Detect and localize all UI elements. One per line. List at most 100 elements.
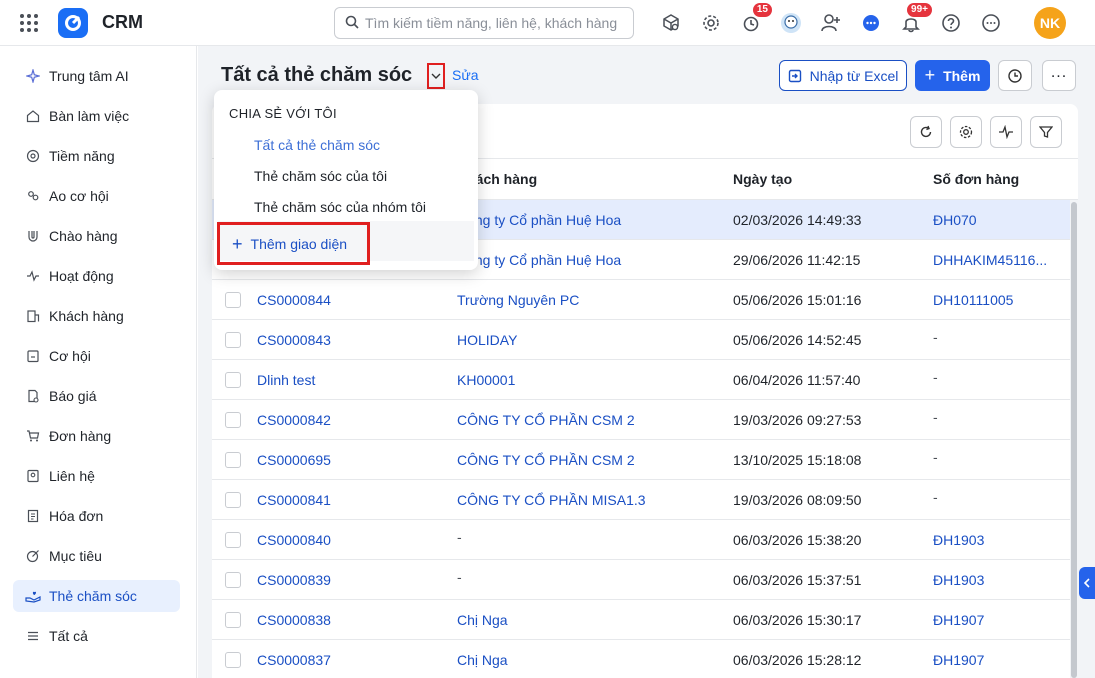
history-button[interactable]: [998, 60, 1032, 91]
cell-customer[interactable]: Trường Nguyên PC: [457, 280, 717, 320]
cell-customer[interactable]: Chị Nga: [457, 640, 717, 678]
table-scrollbar[interactable]: [1070, 200, 1078, 678]
cell-customer[interactable]: CÔNG TY CỔ PHẦN CSM 2: [457, 400, 717, 440]
cell-order-number[interactable]: ĐH1907: [933, 600, 1058, 640]
sidebar-item-4[interactable]: Chào hàng: [13, 220, 180, 252]
row-checkbox[interactable]: [225, 612, 241, 628]
sidebar-item-6[interactable]: Khách hàng: [13, 300, 180, 332]
table-row[interactable]: CS0000695 CÔNG TY CỔ PHẦN CSM 2 13/10/2025…: [212, 440, 1070, 480]
add-button[interactable]: + Thêm: [915, 60, 990, 91]
filter-button[interactable]: [1030, 116, 1062, 148]
row-checkbox[interactable]: [225, 572, 241, 588]
import-excel-button[interactable]: Nhập từ Excel: [779, 60, 907, 91]
quote-doc-icon: [25, 388, 41, 404]
edit-view-link[interactable]: Sửa: [452, 67, 479, 83]
search-input[interactable]: [365, 15, 625, 31]
cell-customer[interactable]: Công ty Cổ phần Huệ Hoa: [457, 200, 717, 240]
sidebar-item-1[interactable]: Bàn làm việc: [13, 100, 180, 132]
column-created-date[interactable]: Ngày tạo: [733, 159, 913, 199]
sidebar-item-2[interactable]: Tiềm năng: [13, 140, 180, 172]
cell-customer[interactable]: CÔNG TY CỔ PHẦN CSM 2: [457, 440, 717, 480]
cell-order-number[interactable]: ĐH070: [933, 200, 1058, 240]
cell-order-number[interactable]: DHHAKIM45116...: [933, 240, 1058, 280]
table-row[interactable]: CS0000838 Chị Nga 06/03/2026 15:30:17 ĐH190…: [212, 600, 1070, 640]
sidebar-item-3[interactable]: Ao cơ hội: [13, 180, 180, 212]
add-user-icon[interactable]: [814, 6, 848, 40]
add-view-button[interactable]: + Thêm giao diện: [217, 222, 370, 265]
sidebar-item-12[interactable]: Mục tiêu: [13, 540, 180, 572]
cell-code[interactable]: CS0000695: [257, 440, 437, 480]
chat-icon[interactable]: [854, 6, 888, 40]
sidebar-item-13[interactable]: Thẻ chăm sóc: [13, 580, 180, 612]
row-checkbox[interactable]: [225, 532, 241, 548]
mascot-icon[interactable]: [774, 6, 808, 40]
cell-order-number[interactable]: DH10111005: [933, 280, 1058, 320]
sidebar-item-14[interactable]: Tất cả: [13, 620, 180, 652]
table-row[interactable]: CS0000844 Trường Nguyên PC 05/06/2026 15:0…: [212, 280, 1070, 320]
sidebar-item-0[interactable]: Trung tâm AI: [13, 60, 180, 92]
view-option-all[interactable]: Tất cả thẻ chăm sóc: [254, 137, 380, 153]
cell-order-number[interactable]: ĐH1903: [933, 520, 1058, 560]
row-checkbox[interactable]: [225, 452, 241, 468]
row-checkbox[interactable]: [225, 332, 241, 348]
sidebar-item-7[interactable]: Cơ hội: [13, 340, 180, 372]
more-actions-button[interactable]: ...: [1042, 60, 1076, 91]
cell-order-number[interactable]: ĐH1907: [933, 640, 1058, 678]
cell-code[interactable]: CS0000841: [257, 480, 437, 520]
cell-customer[interactable]: KH00001: [457, 360, 717, 400]
more-icon[interactable]: [974, 6, 1008, 40]
settings-button[interactable]: [950, 116, 982, 148]
cell-customer[interactable]: Chị Nga: [457, 600, 717, 640]
refresh-button[interactable]: [910, 116, 942, 148]
cell-code[interactable]: CS0000840: [257, 520, 437, 560]
global-search[interactable]: [334, 7, 634, 39]
sidebar-item-5[interactable]: Hoạt động: [13, 260, 180, 292]
view-dropdown-toggle[interactable]: [427, 63, 445, 89]
cell-code[interactable]: CS0000843: [257, 320, 437, 360]
table-row[interactable]: CS0000840 - 06/03/2026 15:38:20 ĐH1903: [212, 520, 1070, 560]
user-avatar[interactable]: NK: [1034, 7, 1066, 39]
cell-customer[interactable]: CÔNG TY CỔ PHẦN MISA1.3: [457, 480, 717, 520]
table-row[interactable]: Dlinh test KH00001 06/04/2026 11:57:40 -: [212, 360, 1070, 400]
row-checkbox[interactable]: [225, 492, 241, 508]
cell-code[interactable]: CS0000837: [257, 640, 437, 678]
table-row[interactable]: CS0000843 HOLIDAY 05/06/2026 14:52:45 -: [212, 320, 1070, 360]
cell-code[interactable]: CS0000839: [257, 560, 437, 600]
scrollbar-thumb[interactable]: [1071, 202, 1077, 678]
sidebar-item-label: Bàn làm việc: [49, 108, 130, 124]
column-customer[interactable]: Khách hàng: [457, 159, 717, 199]
cube-search-icon[interactable]: [654, 6, 688, 40]
top-icons: 15 99+: [654, 3, 1014, 40]
sidebar-item-11[interactable]: Hóa đơn: [13, 500, 180, 532]
gear-icon[interactable]: [694, 6, 728, 40]
cell-code[interactable]: CS0000838: [257, 600, 437, 640]
sidebar-item-8[interactable]: Báo giá: [13, 380, 180, 412]
collapse-panel-button[interactable]: [1079, 567, 1095, 599]
table-row[interactable]: CS0000839 - 06/03/2026 15:37:51 ĐH1903: [212, 560, 1070, 600]
view-option-my-team[interactable]: Thẻ chăm sóc của nhóm tôi: [254, 199, 426, 215]
alarm-clock-icon[interactable]: 15: [734, 3, 772, 40]
cell-code[interactable]: CS0000844: [257, 280, 437, 320]
sidebar-item-9[interactable]: Đơn hàng: [13, 420, 180, 452]
stats-button[interactable]: [990, 116, 1022, 148]
table-row[interactable]: CS0000841 CÔNG TY CỔ PHẦN MISA1.3 19/03/20…: [212, 480, 1070, 520]
column-order-number[interactable]: Số đơn hàng: [933, 159, 1058, 199]
cell-customer[interactable]: HOLIDAY: [457, 320, 717, 360]
table-row[interactable]: CS0000842 CÔNG TY CỔ PHẦN CSM 2 19/03/2026…: [212, 400, 1070, 440]
bell-icon[interactable]: 99+: [894, 3, 932, 40]
cell-code[interactable]: Dlinh test: [257, 360, 437, 400]
row-checkbox[interactable]: [225, 652, 241, 668]
table-row[interactable]: CS0000837 Chị Nga 06/03/2026 15:28:12 ĐH190…: [212, 640, 1070, 678]
crm-logo-icon: [58, 7, 88, 38]
cell-order-number[interactable]: ĐH1903: [933, 560, 1058, 600]
row-checkbox[interactable]: [225, 372, 241, 388]
contact-icon: [25, 468, 41, 484]
help-icon[interactable]: [934, 6, 968, 40]
row-checkbox[interactable]: [225, 412, 241, 428]
cell-customer[interactable]: Công ty Cổ phần Huệ Hoa: [457, 240, 717, 280]
app-grid-icon[interactable]: [18, 12, 40, 34]
sidebar-item-10[interactable]: Liên hệ: [13, 460, 180, 492]
view-option-mine[interactable]: Thẻ chăm sóc của tôi: [254, 168, 387, 184]
row-checkbox[interactable]: [225, 292, 241, 308]
cell-code[interactable]: CS0000842: [257, 400, 437, 440]
